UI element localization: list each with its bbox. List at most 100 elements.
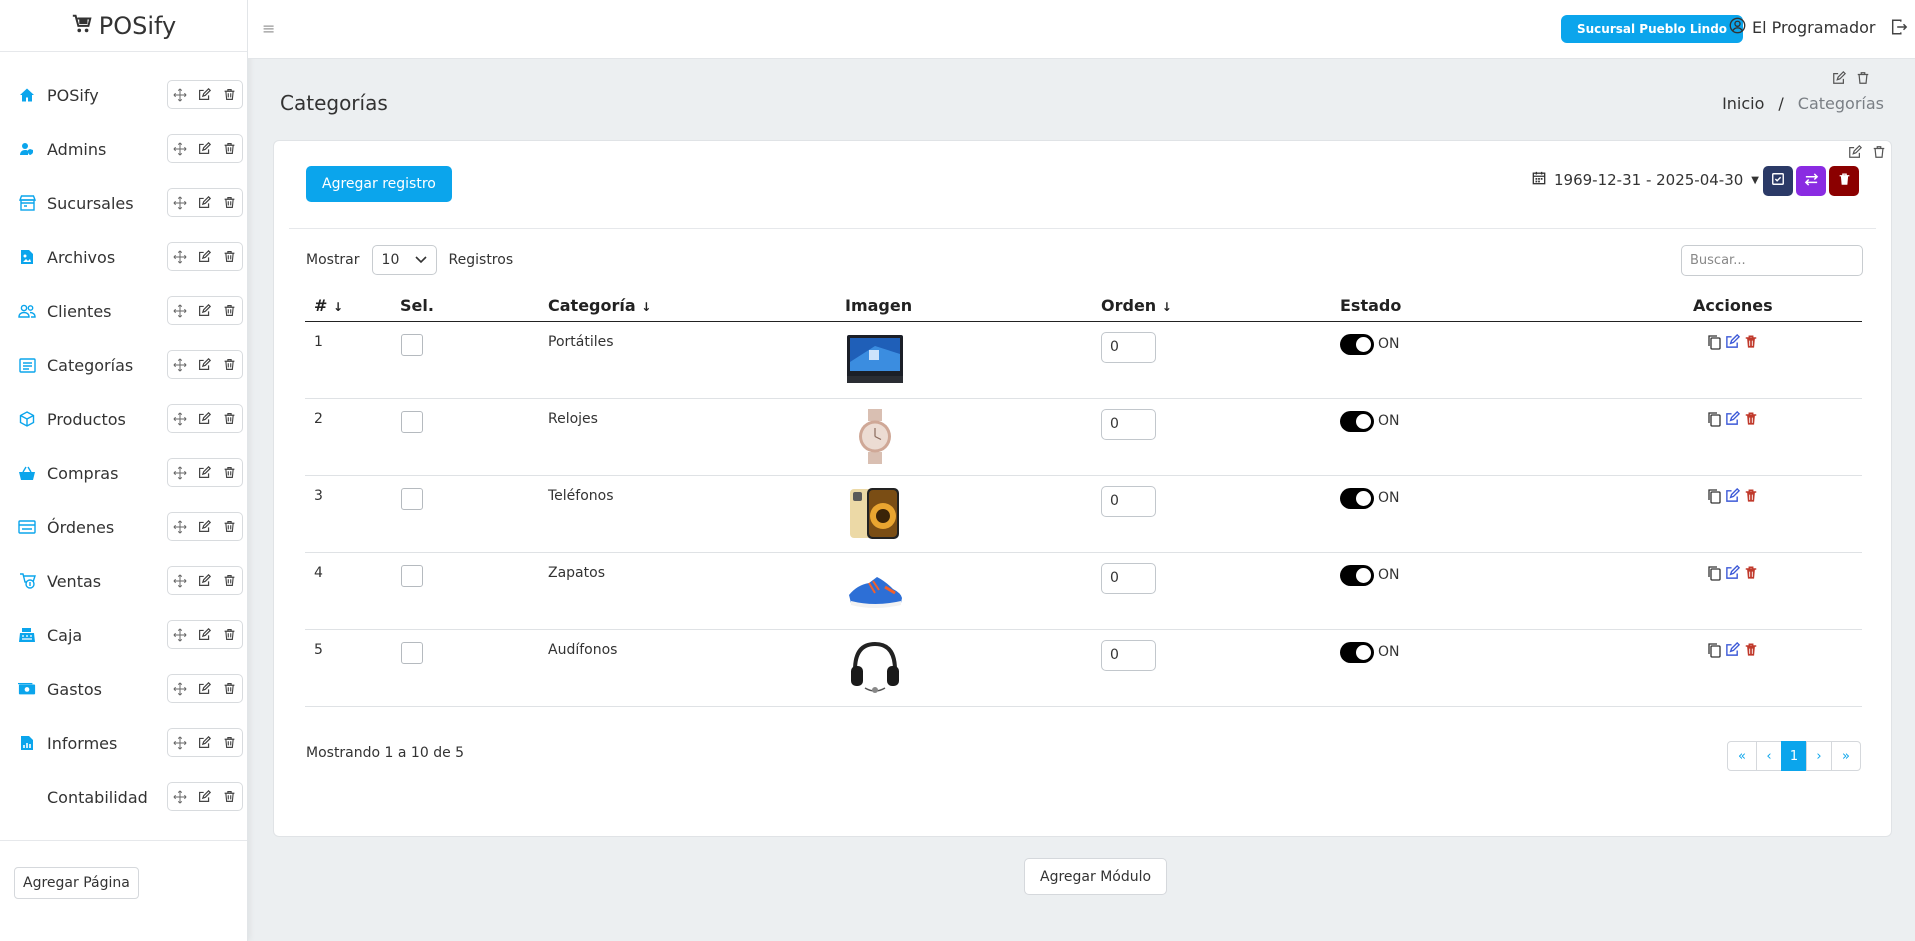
- duplicate-icon[interactable]: [1706, 334, 1722, 350]
- edit-icon[interactable]: [197, 411, 213, 427]
- page-last-button[interactable]: »: [1831, 741, 1861, 771]
- delete-selected-button[interactable]: [1829, 166, 1859, 196]
- edit-icon[interactable]: [1725, 564, 1741, 581]
- state-toggle[interactable]: [1340, 641, 1374, 663]
- sidebar-item[interactable]: POSify: [0, 68, 247, 122]
- duplicate-icon[interactable]: [1706, 488, 1722, 504]
- order-input[interactable]: 0: [1101, 408, 1156, 440]
- edit-icon[interactable]: [197, 681, 213, 697]
- delete-icon[interactable]: [1744, 565, 1760, 581]
- row-checkbox[interactable]: [401, 564, 423, 587]
- sidebar-item[interactable]: Ventas: [0, 554, 247, 608]
- trash-icon[interactable]: [222, 249, 238, 265]
- delete-icon[interactable]: [1744, 642, 1760, 658]
- trash-icon[interactable]: [222, 681, 238, 697]
- move-icon[interactable]: [172, 195, 188, 211]
- trash-icon[interactable]: [1856, 71, 1870, 89]
- swap-button[interactable]: [1796, 166, 1826, 196]
- trash-icon[interactable]: [222, 465, 238, 481]
- column-header-category[interactable]: Categoría ↓: [539, 291, 836, 322]
- column-header-number[interactable]: # ↓: [305, 291, 391, 322]
- order-input[interactable]: 0: [1101, 639, 1156, 671]
- add-page-button[interactable]: Agregar Página: [14, 867, 139, 899]
- sidebar-item[interactable]: Sucursales: [0, 176, 247, 230]
- sidebar-item[interactable]: Admins: [0, 122, 247, 176]
- move-icon[interactable]: [172, 303, 188, 319]
- edit-icon[interactable]: [197, 627, 213, 643]
- trash-icon[interactable]: [222, 789, 238, 805]
- edit-icon[interactable]: [1725, 410, 1741, 427]
- order-input[interactable]: 0: [1101, 331, 1156, 363]
- order-input[interactable]: 0: [1101, 485, 1156, 517]
- move-icon[interactable]: [172, 573, 188, 589]
- page-first-button[interactable]: «: [1727, 741, 1757, 771]
- state-toggle[interactable]: [1340, 333, 1374, 355]
- move-icon[interactable]: [172, 735, 188, 751]
- add-module-button[interactable]: Agregar Módulo: [1024, 858, 1168, 895]
- move-icon[interactable]: [172, 465, 188, 481]
- move-icon[interactable]: [172, 357, 188, 373]
- move-icon[interactable]: [172, 789, 188, 805]
- column-header-order[interactable]: Orden ↓: [1092, 291, 1331, 322]
- branch-button[interactable]: Sucursal Pueblo Lindo: [1561, 15, 1744, 43]
- search-input[interactable]: Buscar...: [1681, 245, 1863, 276]
- state-toggle[interactable]: [1340, 564, 1374, 586]
- move-icon[interactable]: [172, 681, 188, 697]
- page-prev-button[interactable]: ‹: [1756, 741, 1782, 771]
- edit-icon[interactable]: [1725, 333, 1741, 350]
- state-toggle[interactable]: [1340, 410, 1374, 432]
- edit-icon[interactable]: [1725, 487, 1741, 504]
- edit-icon[interactable]: [1725, 641, 1741, 658]
- sidebar-item[interactable]: Compras: [0, 446, 247, 500]
- edit-icon[interactable]: [197, 87, 213, 103]
- move-icon[interactable]: [172, 87, 188, 103]
- page-current-button[interactable]: 1: [1781, 741, 1807, 771]
- edit-icon[interactable]: [1848, 145, 1862, 163]
- trash-icon[interactable]: [222, 735, 238, 751]
- date-range-picker[interactable]: 1969-12-31 - 2025-04-30 ▼: [1532, 171, 1759, 189]
- delete-icon[interactable]: [1744, 334, 1760, 350]
- duplicate-icon[interactable]: [1706, 642, 1722, 658]
- delete-icon[interactable]: [1744, 488, 1760, 504]
- trash-icon[interactable]: [222, 357, 238, 373]
- duplicate-icon[interactable]: [1706, 411, 1722, 427]
- trash-icon[interactable]: [222, 87, 238, 103]
- sidebar-item[interactable]: Gastos: [0, 662, 247, 716]
- edit-icon[interactable]: [197, 141, 213, 157]
- move-icon[interactable]: [172, 627, 188, 643]
- page-next-button[interactable]: ›: [1806, 741, 1832, 771]
- edit-icon[interactable]: [197, 573, 213, 589]
- trash-icon[interactable]: [222, 411, 238, 427]
- edit-icon[interactable]: [197, 519, 213, 535]
- move-icon[interactable]: [172, 411, 188, 427]
- edit-icon[interactable]: [1832, 71, 1846, 89]
- trash-icon[interactable]: [222, 627, 238, 643]
- menu-toggle-icon[interactable]: ≡: [262, 19, 275, 38]
- sidebar-item[interactable]: Archivos: [0, 230, 247, 284]
- sidebar-item[interactable]: Contabilidad: [0, 770, 247, 824]
- trash-icon[interactable]: [222, 303, 238, 319]
- add-record-button[interactable]: Agregar registro: [306, 166, 452, 202]
- move-icon[interactable]: [172, 519, 188, 535]
- edit-icon[interactable]: [197, 789, 213, 805]
- trash-icon[interactable]: [1872, 145, 1886, 163]
- trash-icon[interactable]: [222, 573, 238, 589]
- breadcrumb-home[interactable]: Inicio: [1722, 94, 1764, 113]
- logout-icon[interactable]: [1890, 18, 1908, 40]
- row-checkbox[interactable]: [401, 641, 423, 664]
- trash-icon[interactable]: [222, 195, 238, 211]
- user-menu[interactable]: El Programador: [1729, 17, 1875, 38]
- edit-icon[interactable]: [197, 195, 213, 211]
- edit-icon[interactable]: [197, 357, 213, 373]
- edit-icon[interactable]: [197, 735, 213, 751]
- row-checkbox[interactable]: [401, 410, 423, 433]
- row-checkbox[interactable]: [401, 487, 423, 510]
- duplicate-icon[interactable]: [1706, 565, 1722, 581]
- length-select[interactable]: 10: [371, 245, 437, 275]
- move-icon[interactable]: [172, 141, 188, 157]
- sidebar-item[interactable]: Órdenes: [0, 500, 247, 554]
- sidebar-item[interactable]: Clientes: [0, 284, 247, 338]
- sidebar-item[interactable]: Caja: [0, 608, 247, 662]
- state-toggle[interactable]: [1340, 487, 1374, 509]
- sidebar-item[interactable]: Informes: [0, 716, 247, 770]
